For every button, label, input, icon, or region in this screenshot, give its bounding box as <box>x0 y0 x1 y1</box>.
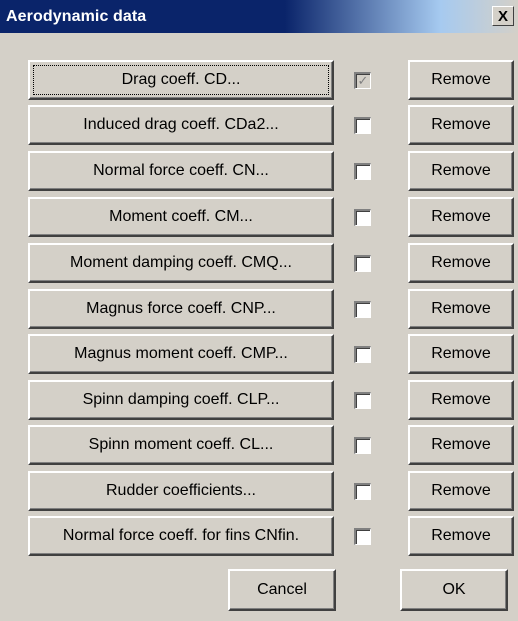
remove-drag-coeff-button[interactable]: Remove <box>408 60 514 100</box>
ok-button[interactable]: OK <box>400 569 508 611</box>
normal-force-coeff-checkbox[interactable] <box>354 163 371 180</box>
rudder-coefficients-checkbox[interactable] <box>354 483 371 500</box>
moment-coeff-button[interactable]: Moment coeff. CM... <box>28 197 334 237</box>
window-title: Aerodynamic data <box>6 8 147 25</box>
remove-spinn-damping-coeff-button[interactable]: Remove <box>408 380 514 420</box>
drag-coeff-checkbox[interactable]: ✓ <box>354 72 371 89</box>
drag-coeff-button[interactable]: Drag coeff. CD... <box>28 60 334 100</box>
induced-drag-coeff-button[interactable]: Induced drag coeff. CDa2... <box>28 105 334 145</box>
remove-magnus-force-coeff-button[interactable]: Remove <box>408 289 514 329</box>
moment-damping-coeff-button[interactable]: Moment damping coeff. CMQ... <box>28 243 334 283</box>
remove-moment-damping-coeff-button[interactable]: Remove <box>408 243 514 283</box>
rudder-coefficients-button[interactable]: Rudder coefficients... <box>28 471 334 511</box>
magnus-force-coeff-checkbox[interactable] <box>354 301 371 318</box>
magnus-moment-coeff-button[interactable]: Magnus moment coeff. CMP... <box>28 334 334 374</box>
normal-force-coeff-button[interactable]: Normal force coeff. CN... <box>28 151 334 191</box>
magnus-moment-coeff-checkbox[interactable] <box>354 346 371 363</box>
remove-rudder-coefficients-button[interactable]: Remove <box>408 471 514 511</box>
spinn-damping-coeff-button[interactable]: Spinn damping coeff. CLP... <box>28 380 334 420</box>
remove-spinn-moment-coeff-button[interactable]: Remove <box>408 425 514 465</box>
aerodynamic-data-dialog: Aerodynamic data X Drag coeff. CD... ✓ R… <box>0 0 518 621</box>
moment-damping-coeff-checkbox[interactable] <box>354 255 371 272</box>
cancel-button[interactable]: Cancel <box>228 569 336 611</box>
normal-force-fins-coeff-button[interactable]: Normal force coeff. for fins CNfin. <box>28 516 334 556</box>
induced-drag-coeff-checkbox[interactable] <box>354 117 371 134</box>
remove-induced-drag-coeff-button[interactable]: Remove <box>408 105 514 145</box>
remove-moment-coeff-button[interactable]: Remove <box>408 197 514 237</box>
spinn-damping-coeff-checkbox[interactable] <box>354 392 371 409</box>
remove-magnus-moment-coeff-button[interactable]: Remove <box>408 334 514 374</box>
magnus-force-coeff-button[interactable]: Magnus force coeff. CNP... <box>28 289 334 329</box>
moment-coeff-checkbox[interactable] <box>354 209 371 226</box>
remove-normal-force-coeff-button[interactable]: Remove <box>408 151 514 191</box>
spinn-moment-coeff-button[interactable]: Spinn moment coeff. CL... <box>28 425 334 465</box>
normal-force-fins-coeff-checkbox[interactable] <box>354 528 371 545</box>
remove-normal-force-fins-coeff-button[interactable]: Remove <box>408 516 514 556</box>
spinn-moment-coeff-checkbox[interactable] <box>354 437 371 454</box>
close-icon[interactable]: X <box>492 6 514 26</box>
title-bar: Aerodynamic data X <box>0 0 518 33</box>
